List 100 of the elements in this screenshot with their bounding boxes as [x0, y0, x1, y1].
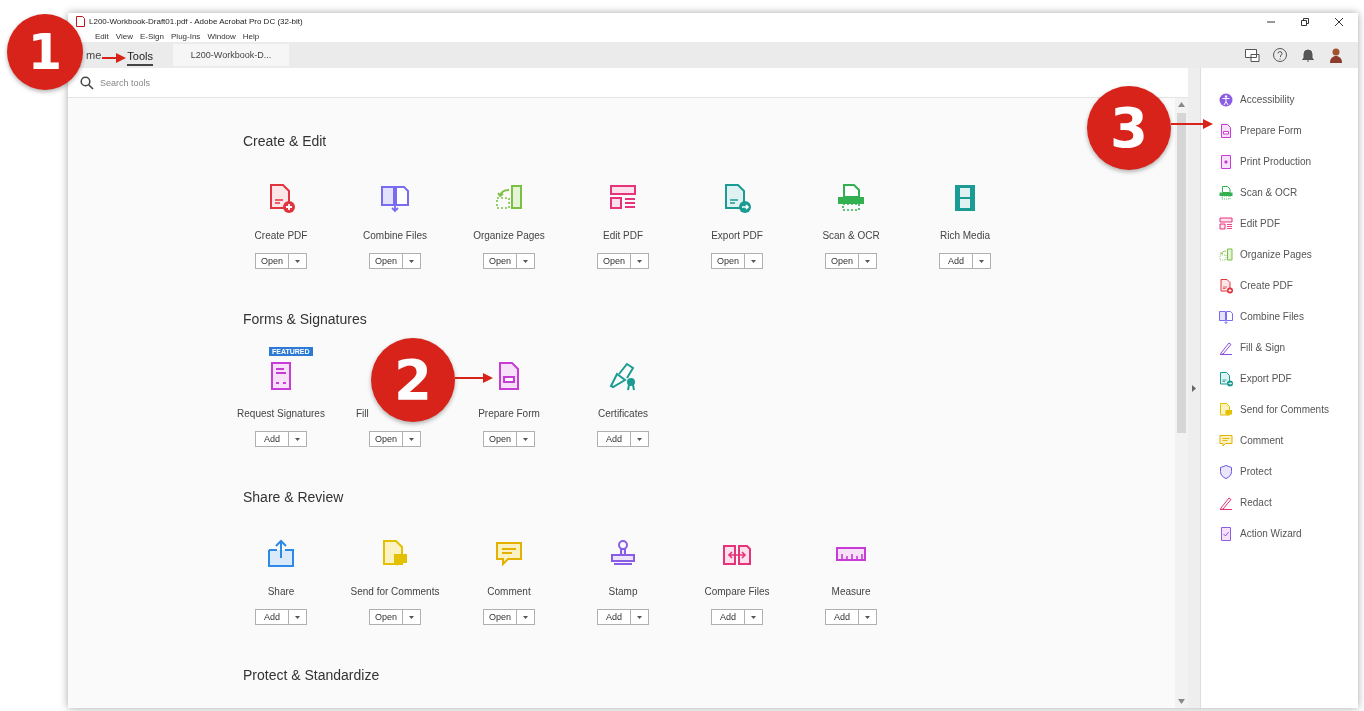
screen-share-icon[interactable]: [1244, 47, 1260, 63]
tool-label[interactable]: Send for Comments: [350, 586, 440, 600]
nav-tab[interactable]: me: [86, 42, 102, 68]
document-comment-icon: [1218, 401, 1234, 418]
tool-action-button[interactable]: Open: [255, 253, 289, 269]
tool-list-item[interactable]: Action Wizard: [1240, 528, 1302, 539]
tool-list-item[interactable]: Fill & Sign: [1240, 342, 1285, 353]
dropdown-button[interactable]: [745, 609, 763, 625]
bell-icon[interactable]: [1300, 47, 1316, 63]
tool-action-button[interactable]: Add: [711, 609, 745, 625]
close-icon[interactable]: [1334, 16, 1344, 27]
tool-list-item[interactable]: Redact: [1240, 497, 1272, 508]
caret-icon: [409, 437, 414, 441]
tool-list-item[interactable]: Accessibility: [1240, 94, 1295, 105]
tool-list-item[interactable]: Protect: [1240, 466, 1272, 477]
tool-label[interactable]: Certificates: [598, 408, 648, 422]
tool-label[interactable]: Measure: [831, 586, 871, 600]
dropdown-button[interactable]: [859, 253, 877, 269]
caret-icon: [751, 615, 756, 619]
tool-label[interactable]: Rich Media: [940, 230, 990, 244]
tool-label[interactable]: Scan & OCR: [822, 230, 880, 244]
tool-action-button[interactable]: Open: [369, 431, 403, 447]
tool-action-button[interactable]: Open: [711, 253, 745, 269]
restore-icon[interactable]: [1300, 16, 1310, 27]
menu-item[interactable]: E-Sign: [140, 31, 164, 41]
tool-label[interactable]: Create PDF: [254, 230, 308, 244]
tool-list-item[interactable]: Combine Files: [1240, 311, 1304, 322]
dropdown-button[interactable]: [517, 431, 535, 447]
section-heading: Create & Edit: [242, 132, 328, 150]
dropdown-button[interactable]: [631, 609, 649, 625]
dropdown-button[interactable]: [973, 253, 991, 269]
pdf-file-icon: [76, 16, 85, 27]
dropdown-button[interactable]: [403, 431, 421, 447]
checklist-icon: [1218, 525, 1234, 542]
caret-icon: [295, 259, 300, 263]
tool-label[interactable]: Request Signatures: [237, 408, 325, 422]
menu-item[interactable]: View: [115, 31, 133, 41]
tool-list-item[interactable]: Scan & OCR: [1240, 187, 1298, 198]
tool-action-button[interactable]: Open: [369, 253, 403, 269]
help-icon[interactable]: [1272, 47, 1288, 63]
scrollbar[interactable]: [1175, 98, 1188, 708]
tool-label[interactable]: Prepare Form: [478, 408, 540, 422]
dropdown-button[interactable]: [631, 253, 649, 269]
menu-item[interactable]: Plug-Ins: [171, 31, 201, 41]
tool-action-button[interactable]: Open: [825, 253, 859, 269]
menu-item[interactable]: Window: [207, 31, 236, 41]
scanner-icon: [835, 182, 867, 214]
dropdown-button[interactable]: [403, 253, 421, 269]
tool-label[interactable]: Stamp: [608, 586, 638, 600]
tool-label[interactable]: Organize Pages: [473, 230, 545, 244]
pointer-arrow: [1171, 119, 1213, 129]
expand-arrow-icon[interactable]: [1192, 384, 1196, 392]
tool-action-button[interactable]: Open: [483, 253, 517, 269]
tool-label[interactable]: Share: [267, 586, 295, 600]
tool-list-item[interactable]: Send for Comments: [1240, 404, 1329, 415]
tool-list-item[interactable]: Organize Pages: [1240, 249, 1312, 260]
tool-label[interactable]: Comment: [487, 586, 531, 600]
dropdown-button[interactable]: [517, 609, 535, 625]
dropdown-button[interactable]: [745, 253, 763, 269]
tool-list-item[interactable]: Create PDF: [1240, 280, 1293, 291]
dropdown-button[interactable]: [859, 609, 877, 625]
dropdown-button[interactable]: [289, 609, 307, 625]
tool-list-item[interactable]: Print Production: [1240, 156, 1312, 167]
tool-label[interactable]: Export PDF: [711, 230, 763, 244]
tool-list-item[interactable]: Comment: [1240, 435, 1284, 446]
tool-label[interactable]: Compare Files: [704, 586, 770, 600]
tool-list-item[interactable]: Edit PDF: [1240, 218, 1280, 229]
tool-list-item[interactable]: Export PDF: [1240, 373, 1292, 384]
menu-item[interactable]: Help: [242, 31, 260, 41]
pointer-arrow: [455, 373, 493, 383]
tool-action-button[interactable]: Open: [369, 609, 403, 625]
nav-tab[interactable]: Tools: [127, 46, 153, 66]
menu-item[interactable]: Edit: [95, 31, 109, 41]
tool-action-button[interactable]: Open: [483, 431, 517, 447]
document-tab[interactable]: L200-Workbook-D...: [172, 44, 289, 66]
dropdown-button[interactable]: [289, 253, 307, 269]
scroll-thumb[interactable]: [1177, 113, 1186, 433]
tool-label[interactable]: Fill: [356, 408, 369, 422]
tool-action-button[interactable]: Add: [255, 609, 289, 625]
dropdown-button[interactable]: [289, 431, 307, 447]
dropdown-button[interactable]: [403, 609, 421, 625]
search-field[interactable]: Search tools: [98, 76, 302, 89]
avatar-icon[interactable]: [1328, 47, 1344, 63]
tool-action-button[interactable]: Open: [597, 253, 631, 269]
tool-action-button[interactable]: Add: [597, 609, 631, 625]
tool-label[interactable]: Edit PDF: [603, 230, 643, 244]
tool-list-item[interactable]: Prepare Form: [1240, 125, 1302, 136]
dropdown-button[interactable]: [517, 253, 535, 269]
tool-action-button[interactable]: Open: [483, 609, 517, 625]
tool-action-button[interactable]: Add: [597, 431, 631, 447]
scroll-up-icon[interactable]: [1178, 102, 1185, 107]
tool-action-button[interactable]: Add: [825, 609, 859, 625]
shield-icon: [1218, 463, 1234, 480]
caret-icon: [523, 615, 528, 619]
tool-label[interactable]: Combine Files: [363, 230, 427, 244]
dropdown-button[interactable]: [631, 431, 649, 447]
tool-action-button[interactable]: Add: [939, 253, 973, 269]
tool-action-button[interactable]: Add: [255, 431, 289, 447]
scroll-down-icon[interactable]: [1178, 699, 1185, 704]
caret-icon: [295, 437, 300, 441]
